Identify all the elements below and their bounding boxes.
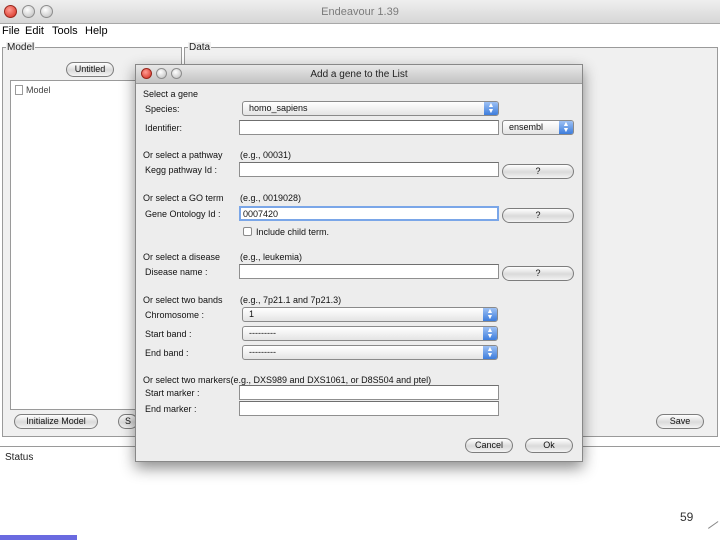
- chromosome-value: 1: [249, 309, 255, 319]
- start-band-label: Start band :: [145, 329, 192, 339]
- gene-ontology-label: Gene Ontology Id :: [145, 209, 221, 219]
- pathway-hint: (e.g., 00031): [240, 150, 292, 160]
- menu-tools[interactable]: Tools: [52, 25, 78, 37]
- species-label: Species:: [145, 104, 180, 114]
- select-arrows-icon: ▲ ▼: [483, 346, 497, 359]
- start-marker-label: Start marker :: [145, 388, 200, 398]
- main-title-bar: Endeavour 1.39: [0, 0, 720, 24]
- window-title: Endeavour 1.39: [321, 6, 399, 18]
- menu-file[interactable]: File: [2, 25, 20, 37]
- start-band-select[interactable]: --------- ▲ ▼: [242, 326, 498, 341]
- chromosome-label: Chromosome :: [145, 310, 205, 320]
- disease-section-heading: Or select a disease: [143, 252, 221, 262]
- select-arrows-icon: ▲ ▼: [483, 308, 497, 321]
- slide-progress-bar: [0, 535, 77, 540]
- document-icon: [15, 85, 23, 95]
- markers-section-heading: Or select two markers(e.g., DXS989 and D…: [143, 375, 432, 385]
- include-child-term-checkbox[interactable]: [243, 227, 252, 236]
- species-select[interactable]: homo_sapiens ▲ ▼: [242, 101, 499, 116]
- disease-name-label: Disease name :: [145, 267, 208, 277]
- source-value: ensembl: [509, 122, 544, 132]
- menu-help[interactable]: Help: [85, 25, 108, 37]
- data-panel-label: Data: [188, 42, 212, 53]
- menu-edit[interactable]: Edit: [25, 25, 44, 37]
- go-hint: (e.g., 0019028): [240, 193, 302, 203]
- start-marker-input[interactable]: [239, 385, 499, 400]
- go-help-button[interactable]: ?: [502, 208, 574, 223]
- ok-button[interactable]: Ok: [525, 438, 573, 453]
- kegg-pathway-input[interactable]: [239, 162, 499, 177]
- bands-hint: (e.g., 7p21.1 and 7p21.3): [240, 295, 342, 305]
- untitled-tab[interactable]: Untitled: [66, 62, 114, 77]
- kegg-pathway-label: Kegg pathway Id :: [145, 165, 218, 175]
- bands-section-heading: Or select two bands: [143, 295, 223, 305]
- disease-name-input[interactable]: [239, 264, 499, 279]
- status-label: Status: [5, 452, 34, 463]
- model-tree[interactable]: Model: [10, 80, 138, 410]
- menu-bar: File Edit Tools Help: [0, 24, 720, 40]
- go-section-heading: Or select a GO term: [143, 193, 224, 203]
- disease-hint: (e.g., leukemia): [240, 252, 303, 262]
- identifier-input[interactable]: [239, 120, 499, 135]
- dialog-title-bar: Add a gene to the List: [136, 65, 582, 84]
- chromosome-select[interactable]: 1 ▲ ▼: [242, 307, 498, 322]
- select-arrows-icon: ▲ ▼: [483, 327, 497, 340]
- end-marker-input[interactable]: [239, 401, 499, 416]
- end-band-label: End band :: [145, 348, 189, 358]
- model-panel-label: Model: [6, 42, 36, 53]
- page-number: 59: [680, 510, 694, 524]
- select-arrows-icon: ▲ ▼: [484, 102, 498, 115]
- add-gene-dialog: Add a gene to the List Select a gene Spe…: [135, 64, 583, 462]
- cancel-button[interactable]: Cancel: [465, 438, 513, 453]
- identifier-label: Identifier:: [145, 123, 183, 133]
- start-band-value: ---------: [249, 328, 276, 338]
- tree-item-model[interactable]: Model: [15, 85, 51, 95]
- include-child-term-label: Include child term.: [256, 227, 330, 237]
- end-band-value: ---------: [249, 347, 276, 357]
- dialog-title: Add a gene to the List: [310, 69, 408, 80]
- gene-section-heading: Select a gene: [143, 89, 199, 99]
- disease-help-button[interactable]: ?: [502, 266, 574, 281]
- tree-item-label: Model: [26, 85, 51, 95]
- identifier-source-select[interactable]: ensembl ▲ ▼: [502, 120, 574, 135]
- end-band-select[interactable]: --------- ▲ ▼: [242, 345, 498, 360]
- pathway-section-heading: Or select a pathway: [143, 150, 223, 160]
- species-value: homo_sapiens: [249, 103, 308, 113]
- select-arrows-icon: ▲ ▼: [559, 121, 573, 134]
- gene-ontology-input[interactable]: [239, 206, 499, 221]
- pathway-help-button[interactable]: ?: [502, 164, 574, 179]
- initialize-model-button[interactable]: Initialize Model: [14, 414, 98, 429]
- end-marker-label: End marker :: [145, 404, 197, 414]
- save-button[interactable]: Save: [656, 414, 704, 429]
